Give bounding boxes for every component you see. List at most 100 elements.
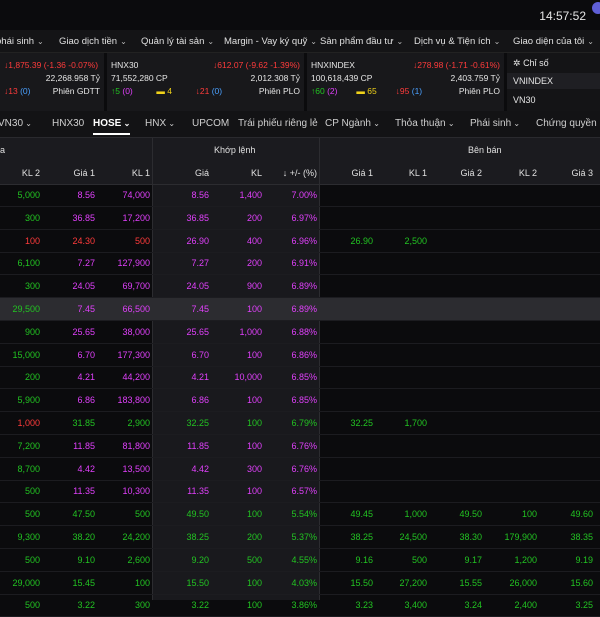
- menu-item[interactable]: Giao dịch tiền ⌄: [59, 36, 127, 47]
- cell-sk1: 2,500: [404, 235, 427, 246]
- chevron-down-icon[interactable]: ⌄: [121, 119, 131, 128]
- table-row[interactable]: 8,700 4.42 13,500 4.42 300 6.76%: [0, 458, 600, 481]
- tab-phái-sinh[interactable]: Phái sinh ⌄: [470, 118, 520, 129]
- chevron-down-icon[interactable]: ⌄: [23, 119, 32, 128]
- index-option-vn30[interactable]: VN30: [507, 92, 600, 108]
- column-header[interactable]: Giá 3: [571, 168, 593, 178]
- column-header[interactable]: ↓ +/- (%): [283, 168, 317, 178]
- tab-vn30[interactable]: VN30 ⌄: [0, 118, 32, 129]
- gear-icon[interactable]: ✲: [513, 58, 521, 68]
- tab-upcom[interactable]: UPCOM: [192, 118, 229, 129]
- cell-gia: 32.25: [186, 418, 209, 428]
- table-row[interactable]: 500 47.50 500 49.50 100 5.54% 49.45 1,000 49.50 1…: [0, 503, 600, 527]
- index-breadth: ↑60 (2) ▬ 65 ↓95 (1): [311, 86, 423, 96]
- cell-pct: 6.76%: [291, 440, 317, 451]
- tab-hose[interactable]: HOSE ⌄: [93, 118, 131, 135]
- table-row[interactable]: 6,100 7.27 127,900 7.27 200 6.91%: [0, 252, 600, 276]
- column-header[interactable]: Giá 1: [351, 168, 373, 178]
- menu-item[interactable]: Margin - Vay ký quỹ ⌄: [224, 36, 317, 47]
- cell-gia: 7.45: [191, 304, 209, 314]
- tab-label: Phái sinh: [470, 118, 512, 129]
- cell-kl: 400: [246, 235, 262, 246]
- tab-thỏa-thuận[interactable]: Thỏa thuận ⌄: [395, 118, 455, 129]
- cell-g1: 36.85: [72, 212, 95, 223]
- cell-pct: 6.85%: [291, 372, 317, 383]
- index-option-vnindex[interactable]: VNINDEX: [507, 73, 600, 89]
- tab-label: CP Ngành: [325, 118, 371, 129]
- cell-s1: 49.45: [350, 509, 373, 520]
- cell-kl: 100: [246, 349, 262, 360]
- tab-label: Thỏa thuận: [395, 118, 446, 129]
- cell-pct: 7.00%: [291, 190, 317, 200]
- chevron-down-icon: ⌄: [207, 37, 215, 46]
- menu-item[interactable]: Sản phẩm đầu tư ⌄: [320, 36, 403, 47]
- group-header-sell: Bên bán: [468, 145, 502, 155]
- tab-hnx30[interactable]: HNX30: [52, 118, 84, 129]
- chevron-down-icon[interactable]: ⌄: [597, 119, 600, 128]
- table-row[interactable]: 500 11.35 10,300 11.35 100 6.57%: [0, 480, 600, 504]
- menu-item[interactable]: Quản lý tài sản ⌄: [141, 36, 214, 47]
- cell-pct: 6.97%: [291, 212, 317, 223]
- table-row[interactable]: 300 36.85 17,200 36.85 200 6.97%: [0, 207, 600, 230]
- tab-cp-ngành[interactable]: CP Ngành ⌄: [325, 118, 380, 129]
- cell-pct: 6.91%: [291, 258, 317, 269]
- table-row[interactable]: 29,000 15.45 100 15.50 100 4.03% 15.50 27,200 15…: [0, 572, 600, 595]
- table-row[interactable]: 1,000 31.85 2,900 32.25 100 6.79% 32.25 1,700: [0, 412, 600, 435]
- top-bar: 14:57:52: [0, 0, 600, 30]
- tab-hnx[interactable]: HNX ⌄: [145, 118, 175, 129]
- menu-item-label: Giao dịch tiền: [59, 36, 118, 47]
- column-header[interactable]: KL 1: [409, 168, 427, 178]
- table-row[interactable]: 15,000 6.70 177,300 6.70 100 6.86%: [0, 344, 600, 367]
- chevron-down-icon[interactable]: ⌄: [446, 119, 455, 128]
- column-header[interactable]: KL 2: [519, 168, 537, 178]
- table-row[interactable]: 5,000 8.56 74,000 8.56 1,400 7.00%: [0, 184, 600, 207]
- table-row[interactable]: 5,900 6.86 183,800 6.86 100 6.85%: [0, 389, 600, 413]
- menu-item[interactable]: Giao diện của tôi ⌄: [513, 36, 594, 47]
- cell-pct: 4.55%: [291, 554, 317, 565]
- cell-kl: 900: [246, 281, 262, 292]
- table-row[interactable]: 100 24.30 500 26.90 400 6.96% 26.90 2,500: [0, 230, 600, 253]
- column-header[interactable]: Giá: [195, 168, 209, 178]
- menu-item[interactable]: Dịch vụ & Tiện ích ⌄: [414, 36, 500, 47]
- table-row[interactable]: 7,200 11.85 81,800 11.85 100 6.76%: [0, 435, 600, 458]
- cell-kl2: 8,700: [17, 463, 40, 474]
- chevron-down-icon[interactable]: ⌄: [166, 119, 175, 128]
- cell-g1: 47.50: [72, 509, 95, 520]
- tab-chứng-quyền[interactable]: Chứng quyền ⌄: [536, 118, 600, 129]
- cell-kl2: 29,500: [12, 304, 40, 314]
- cell-kl1: 13,500: [122, 463, 150, 474]
- cell-kl: 200: [246, 212, 262, 223]
- index-panel-hnx30[interactable]: HNX30 ↓612.07 (-9.62 -1.39%) 71,552,280 …: [107, 53, 304, 111]
- index-session: Phiên PLO: [258, 86, 300, 96]
- table-row[interactable]: 9,300 38.20 24,200 38.25 200 5.37% 38.25 24,500…: [0, 526, 600, 549]
- index-change: ↓612.07 (-9.62 -1.39%): [213, 60, 300, 70]
- column-header[interactable]: KL: [251, 168, 262, 178]
- index-panel-hnxindex[interactable]: HNXINDEX ↓278.98 (-1.71 -0.61%) 100,618,…: [307, 53, 504, 111]
- table-row[interactable]: 200 4.21 44,200 4.21 10,000 6.85%: [0, 366, 600, 390]
- column-header[interactable]: Giá 2: [460, 168, 482, 178]
- table-row[interactable]: 300 24.05 69,700 24.05 900 6.89%: [0, 275, 600, 299]
- cell-kl2: 100: [24, 235, 40, 246]
- cell-kl1: 24,200: [122, 532, 150, 542]
- index-panel-vnindex-partial[interactable]: ↓1,875.39 (-1.36 -0.07%) 22,268.958 Tỷ ↓…: [0, 53, 104, 111]
- main-menu: phái sinh⌄Giao dịch tiền⌄Quản lý tài sản…: [0, 30, 600, 53]
- chevron-down-icon[interactable]: ⌄: [371, 119, 380, 128]
- table-row[interactable]: 900 25.65 38,000 25.65 1,000 6.88%: [0, 321, 600, 344]
- menu-item[interactable]: phái sinh⌄: [0, 36, 44, 47]
- column-header[interactable]: KL 1: [132, 168, 150, 178]
- table-row[interactable]: 500 9.10 2,600 9.20 500 4.55% 9.16 500 9.17 1,200…: [0, 549, 600, 572]
- cell-s1: 38.25: [350, 532, 373, 542]
- user-avatar[interactable]: [592, 2, 600, 14]
- table-row[interactable]: 29,500 7.45 66,500 7.45 100 6.89%: [0, 298, 600, 321]
- cell-g1: 6.70: [77, 349, 95, 360]
- column-header[interactable]: Giá 1: [73, 168, 95, 178]
- tab-trái-phiếu-riêng-lẻ[interactable]: Trái phiếu riêng lẻ: [238, 118, 318, 129]
- cell-sk1: 27,200: [399, 577, 427, 588]
- chevron-down-icon: ⌄: [310, 37, 317, 46]
- chevron-down-icon[interactable]: ⌄: [511, 119, 520, 128]
- table-row[interactable]: 500 3.22 300 3.22 100 3.86% 3.23 3,400 3.24 2,400…: [0, 594, 600, 617]
- cell-g1: 4.42: [77, 463, 95, 474]
- sort-arrow-icon[interactable]: ↓: [283, 168, 290, 178]
- column-header[interactable]: KL 2: [22, 168, 40, 178]
- cell-kl: 100: [246, 600, 262, 611]
